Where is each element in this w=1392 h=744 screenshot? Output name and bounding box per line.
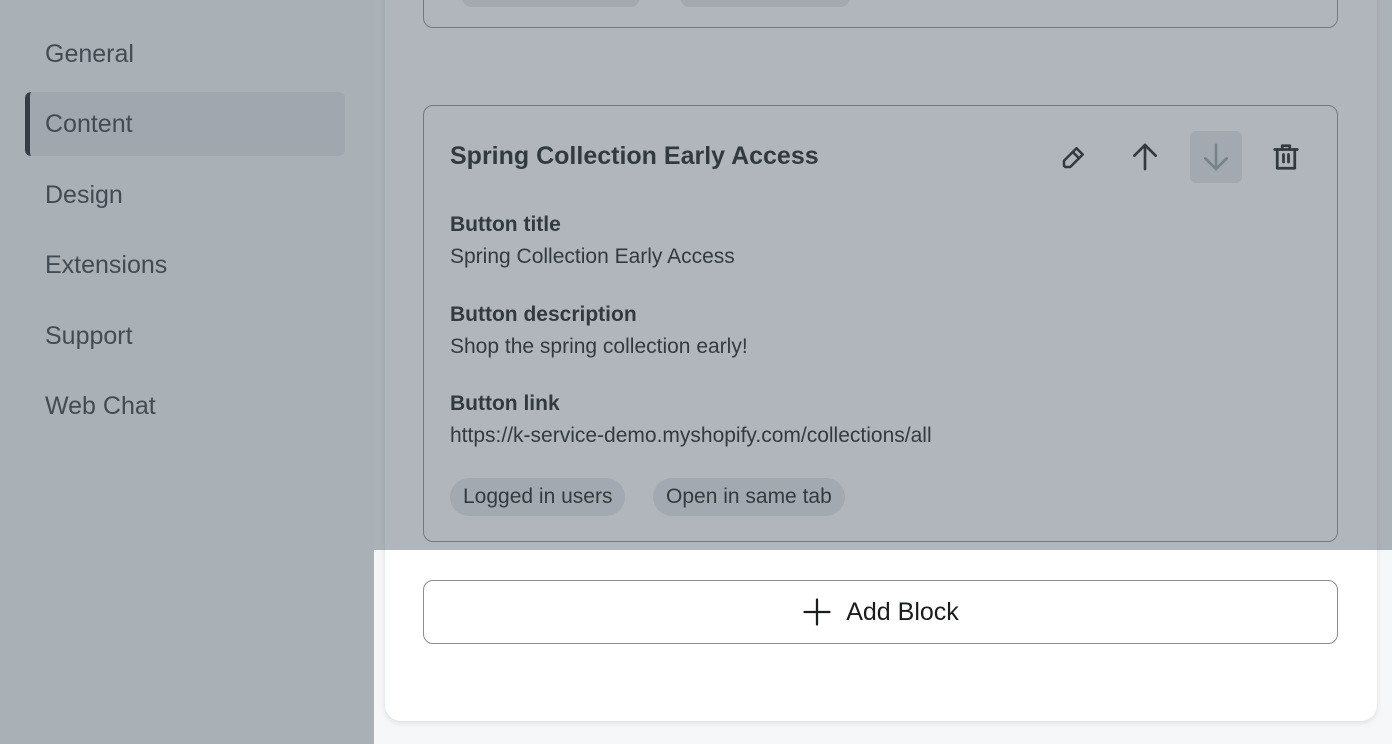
field-label-button-title: Button title	[450, 213, 561, 236]
sidebar-item-label: Extensions	[45, 250, 168, 279]
tag-chip	[680, 0, 850, 7]
arrow-up-icon	[1133, 143, 1157, 171]
sidebar: General Content Design Extensions Suppor…	[0, 0, 374, 744]
delete-button[interactable]	[1260, 131, 1312, 183]
tag-open-in-same-tab: Open in same tab	[653, 478, 845, 516]
block-card: Spring Collection Early Access Button ti…	[423, 105, 1338, 542]
edit-button[interactable]	[1048, 131, 1100, 183]
sidebar-item-support[interactable]: Support	[25, 304, 345, 368]
move-down-button[interactable]	[1190, 131, 1242, 183]
sidebar-item-design[interactable]: Design	[25, 163, 345, 227]
field-value-button-title: Spring Collection Early Access	[450, 245, 735, 268]
sidebar-item-label: General	[45, 39, 134, 68]
sidebar-item-content[interactable]: Content	[25, 92, 345, 156]
plus-icon	[803, 598, 831, 626]
tag-chip	[462, 0, 640, 7]
sidebar-item-label: Web Chat	[45, 391, 156, 420]
move-up-button[interactable]	[1119, 131, 1171, 183]
sidebar-item-extensions[interactable]: Extensions	[25, 233, 345, 297]
sidebar-item-label: Design	[45, 180, 123, 209]
arrow-down-icon	[1204, 143, 1228, 171]
sidebar-item-general[interactable]: General	[25, 22, 345, 86]
field-label-button-description: Button description	[450, 303, 637, 326]
pencil-icon	[1062, 147, 1084, 169]
block-title: Spring Collection Early Access	[450, 142, 819, 170]
field-label-button-link: Button link	[450, 392, 560, 415]
sidebar-item-web-chat[interactable]: Web Chat	[25, 374, 345, 438]
previous-block-card	[423, 0, 1338, 28]
field-value-button-link: https://k-service-demo.myshopify.com/col…	[450, 424, 932, 447]
trash-icon	[1273, 144, 1299, 170]
add-block-label: Add Block	[846, 597, 959, 626]
tag-logged-in-users: Logged in users	[450, 478, 626, 516]
field-value-button-description: Shop the spring collection early!	[450, 335, 748, 358]
sidebar-item-label: Support	[45, 321, 133, 350]
add-block-button[interactable]: Add Block	[423, 580, 1338, 644]
sidebar-item-label: Content	[45, 109, 133, 138]
